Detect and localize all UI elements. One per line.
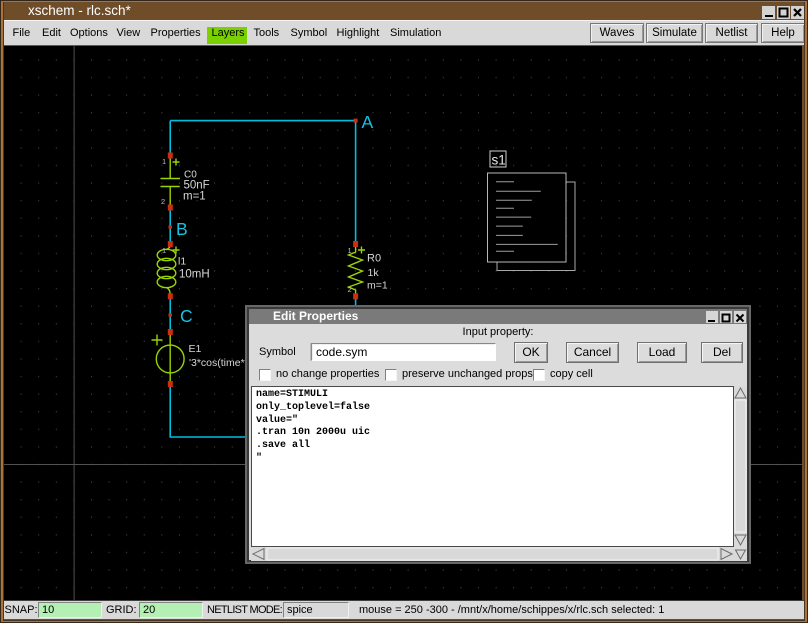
svg-text:l1: l1 [178,255,186,267]
svg-text:B: B [176,219,188,239]
svg-text:2: 2 [161,197,165,206]
svg-text:C: C [180,306,193,326]
svg-text:1: 1 [162,157,166,166]
svg-text:s1: s1 [492,152,506,167]
svg-text:1: 1 [348,246,352,255]
svg-text:m=1: m=1 [183,190,206,202]
svg-text:2: 2 [348,285,352,294]
svg-text:1: 1 [162,246,166,255]
svg-text:m=1: m=1 [367,279,388,291]
svg-text:1k: 1k [368,267,380,279]
svg-text:10mH: 10mH [179,268,210,280]
svg-text:R0: R0 [367,252,381,264]
svg-text:E1: E1 [189,343,202,355]
svg-text:A: A [362,112,374,132]
